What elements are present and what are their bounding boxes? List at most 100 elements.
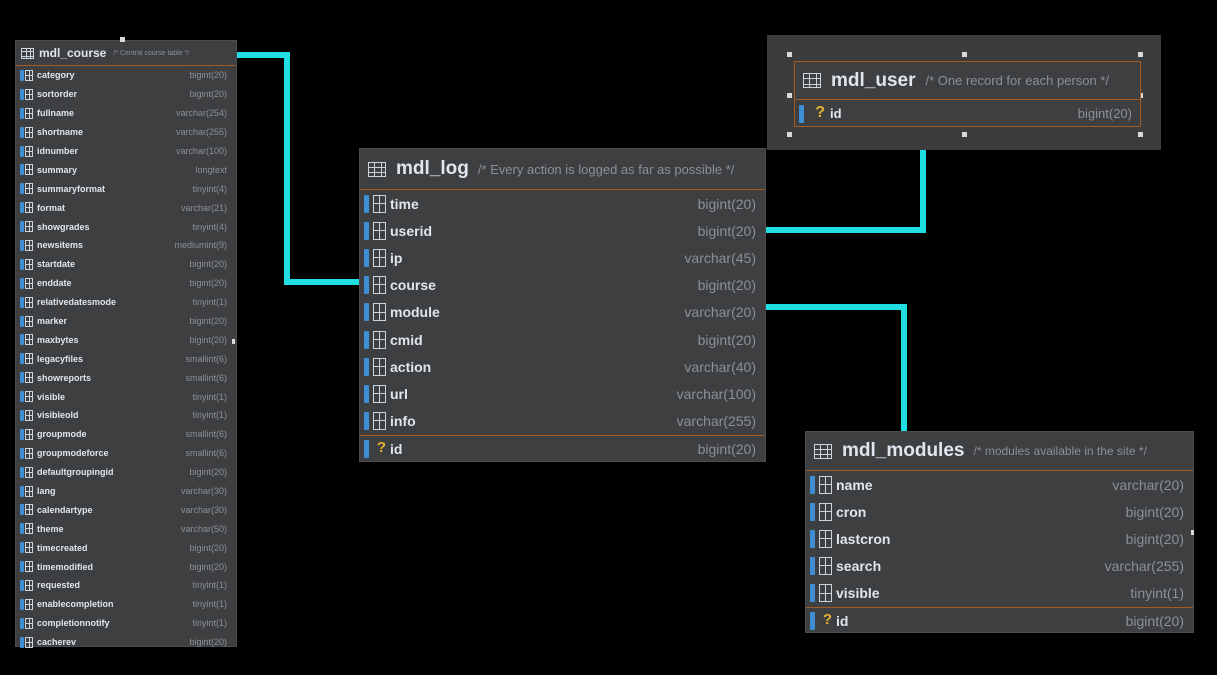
column-row[interactable]: category bigint(20): [16, 66, 236, 85]
column-row[interactable]: lang varchar(30): [16, 482, 236, 501]
column-icon: [364, 194, 386, 213]
column-row[interactable]: search varchar(255): [806, 553, 1193, 580]
column-row[interactable]: calendartype varchar(30): [16, 500, 236, 519]
column-type: longtext: [195, 164, 227, 175]
table-grid-icon: [21, 47, 34, 59]
column-type: varchar(30): [180, 486, 227, 497]
column-icon: [810, 557, 832, 576]
column-row[interactable]: completionnotify tinyint(1): [16, 614, 236, 633]
primary-key-row[interactable]: ? id bigint(20): [795, 100, 1140, 127]
column-name: defaultgroupingid: [37, 467, 114, 478]
column-icon: [20, 561, 33, 573]
table-mdl-modules[interactable]: mdl_modules /* modules available in the …: [805, 431, 1194, 633]
column-name: summaryformat: [37, 183, 106, 194]
column-row[interactable]: timecreated bigint(20): [16, 538, 236, 557]
column-name: legacyfiles: [37, 353, 84, 364]
resize-handle[interactable]: [787, 93, 792, 98]
column-name: visible: [836, 585, 880, 602]
column-row[interactable]: cron bigint(20): [806, 498, 1193, 525]
column-row[interactable]: newsitems mediumint(9): [16, 236, 236, 255]
column-row[interactable]: visible tinyint(1): [16, 387, 236, 406]
resize-handle[interactable]: [120, 37, 125, 42]
table-mdl-user[interactable]: mdl_user /* One record for each person *…: [794, 61, 1141, 127]
column-name: theme: [37, 523, 64, 534]
table-comment: /* Central course table */: [113, 49, 190, 57]
column-row[interactable]: relativedatesmode tinyint(1): [16, 293, 236, 312]
column-row[interactable]: cmid bigint(20): [360, 326, 765, 353]
column-row[interactable]: legacyfiles smallint(6): [16, 349, 236, 368]
resize-handle[interactable]: [1138, 52, 1143, 57]
column-row[interactable]: course bigint(20): [360, 272, 765, 299]
column-row[interactable]: requested tinyint(1): [16, 576, 236, 595]
column-name: summary: [37, 164, 78, 175]
column-row[interactable]: defaultgroupingid bigint(20): [16, 463, 236, 482]
column-row[interactable]: module varchar(20): [360, 299, 765, 326]
table-comment: /* Every action is logged as far as poss…: [477, 161, 735, 177]
column-row[interactable]: timemodified bigint(20): [16, 557, 236, 576]
table-grid-icon: [803, 73, 821, 88]
resize-handle[interactable]: [787, 132, 792, 137]
column-row[interactable]: visible tinyint(1): [806, 580, 1193, 607]
column-row[interactable]: showgrades tinyint(4): [16, 217, 236, 236]
column-row[interactable]: cacherev bigint(20): [16, 633, 236, 652]
table-header: mdl_log /* Every action is logged as far…: [360, 149, 765, 190]
column-type: varchar(255): [175, 127, 227, 138]
column-row[interactable]: showreports smallint(6): [16, 368, 236, 387]
column-name: shortname: [37, 127, 84, 138]
table-grid-icon: [814, 443, 832, 459]
column-row[interactable]: action varchar(40): [360, 353, 765, 380]
column-row[interactable]: format varchar(21): [16, 198, 236, 217]
column-row[interactable]: time bigint(20): [360, 190, 765, 217]
column-name: timemodified: [37, 561, 94, 572]
primary-key-icon: ?: [364, 439, 386, 458]
resize-handle[interactable]: [962, 132, 967, 137]
column-row[interactable]: groupmodeforce smallint(6): [16, 444, 236, 463]
table-mdl-course[interactable]: mdl_course /* Central course table */ ca…: [15, 40, 237, 648]
primary-key-row[interactable]: ? id bigint(20): [360, 434, 765, 462]
column-row[interactable]: idnumber varchar(100): [16, 142, 236, 161]
primary-key-icon: ?: [810, 612, 832, 631]
column-row[interactable]: groupmode smallint(6): [16, 425, 236, 444]
column-row[interactable]: info varchar(255): [360, 408, 765, 435]
column-row[interactable]: sortorder bigint(20): [16, 85, 236, 104]
column-row[interactable]: shortname varchar(255): [16, 123, 236, 142]
resize-handle[interactable]: [962, 52, 967, 57]
column-type: varchar(45): [684, 249, 756, 266]
column-name: cron: [836, 503, 867, 520]
resize-handle[interactable]: [232, 339, 235, 344]
column-row[interactable]: enablecompletion tinyint(1): [16, 595, 236, 614]
column-type: smallint(6): [185, 372, 227, 383]
column-row[interactable]: fullname varchar(254): [16, 104, 236, 123]
column-type: bigint(20): [189, 542, 227, 553]
column-row[interactable]: enddate bigint(20): [16, 274, 236, 293]
resize-handle[interactable]: [1138, 132, 1143, 137]
column-row[interactable]: visibleold tinyint(1): [16, 406, 236, 425]
column-type: varchar(40): [684, 358, 756, 375]
table-name: mdl_modules: [842, 440, 965, 461]
column-row[interactable]: summaryformat tinyint(4): [16, 179, 236, 198]
resize-handle[interactable]: [787, 52, 792, 57]
column-row[interactable]: theme varchar(50): [16, 519, 236, 538]
resize-handle[interactable]: [1191, 530, 1194, 535]
column-row[interactable]: startdate bigint(20): [16, 255, 236, 274]
column-row[interactable]: maxbytes bigint(20): [16, 330, 236, 349]
column-type: smallint(6): [185, 448, 227, 459]
column-type: bigint(20): [1125, 503, 1184, 520]
column-row[interactable]: name varchar(20): [806, 471, 1193, 498]
column-icon: [20, 334, 33, 346]
column-row[interactable]: userid bigint(20): [360, 217, 765, 244]
table-mdl-log[interactable]: mdl_log /* Every action is logged as far…: [359, 148, 766, 462]
column-icon: [364, 330, 386, 349]
column-row[interactable]: marker bigint(20): [16, 312, 236, 331]
column-name: lang: [37, 486, 56, 497]
column-row[interactable]: summary longtext: [16, 160, 236, 179]
column-type: varchar(20): [1112, 476, 1184, 493]
column-type: bigint(20): [189, 278, 227, 289]
column-type: smallint(6): [185, 429, 227, 440]
primary-key-row[interactable]: ? id bigint(20): [806, 606, 1193, 634]
column-name: id: [836, 613, 849, 630]
column-row[interactable]: url varchar(100): [360, 380, 765, 407]
column-row[interactable]: ip varchar(45): [360, 244, 765, 271]
column-row[interactable]: lastcron bigint(20): [806, 525, 1193, 552]
column-icon: [20, 126, 33, 138]
